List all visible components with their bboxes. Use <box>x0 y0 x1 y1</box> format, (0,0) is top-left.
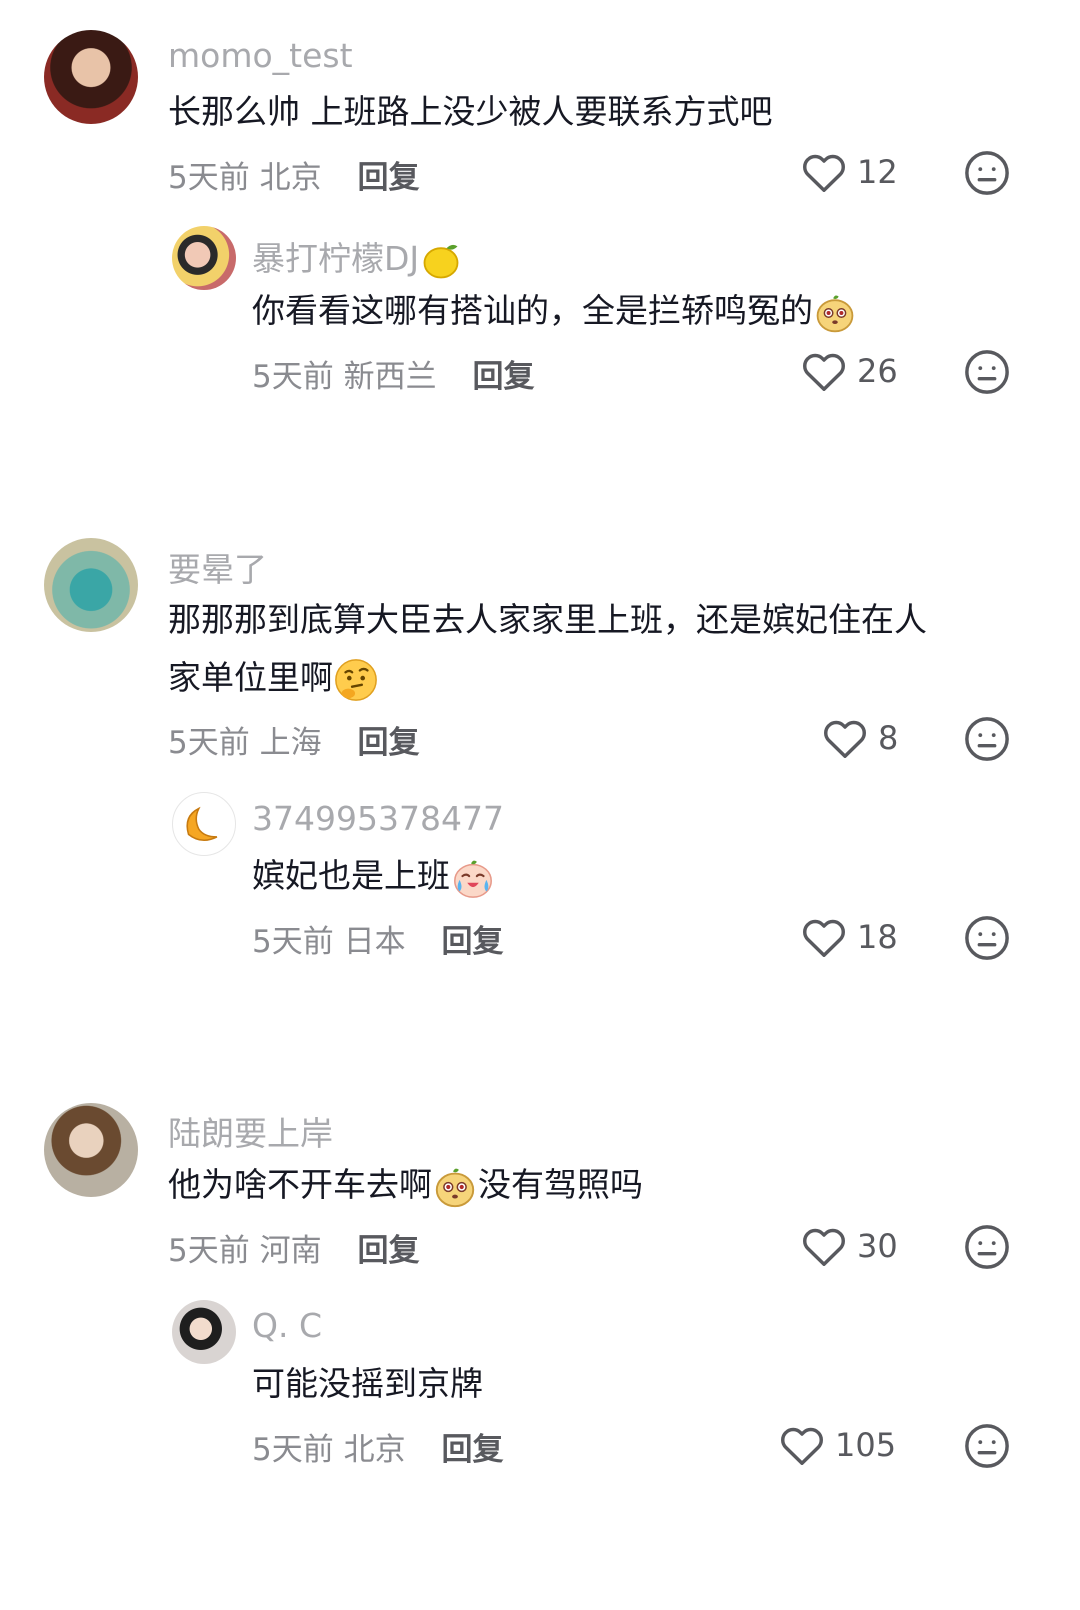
neutral-face-icon[interactable] <box>964 915 1010 961</box>
comment-meta: 5天前 北京 回复 <box>168 152 419 197</box>
lemon-emoji <box>423 244 459 278</box>
face-emoji <box>816 294 854 332</box>
reply-meta: 5天前 新西兰 回复 <box>252 351 534 396</box>
thinking-face-emoji <box>335 658 377 701</box>
reply-button[interactable]: 回复 <box>441 924 503 960</box>
comment-username[interactable]: 要晕了 <box>168 543 267 591</box>
reply-button[interactable]: 回复 <box>357 1233 419 1269</box>
reply-location: 日本 <box>343 924 406 960</box>
avatar[interactable] <box>44 1103 138 1197</box>
comment-text: 他为啥不开车去啊 没有驾照吗 <box>168 1156 643 1214</box>
heart-outline-icon <box>824 720 866 758</box>
reply-meta: 5天前 日本 回复 <box>252 916 503 961</box>
avatar[interactable] <box>172 1300 236 1364</box>
comment-location: 河南 <box>259 1233 322 1269</box>
croissant-icon <box>186 806 218 841</box>
comment-username[interactable]: momo_test <box>168 36 353 75</box>
like-count: 8 <box>878 719 899 757</box>
avatar[interactable] <box>172 792 236 856</box>
reply-time: 5天前 <box>252 1432 334 1468</box>
comment-username[interactable]: 陆朗要上岸 <box>168 1107 333 1155</box>
comment-text: 长那么帅 上班路上没少被人要联系方式吧 <box>168 92 773 131</box>
reply-text: 你看看这哪有搭讪的，全是拦轿鸣冤的 <box>252 282 857 340</box>
comment-time: 5天前 <box>168 725 250 761</box>
reply-button[interactable]: 回复 <box>357 160 419 196</box>
neutral-face-icon[interactable] <box>964 349 1010 395</box>
neutral-face-icon[interactable] <box>964 1423 1010 1469</box>
reply-button[interactable]: 回复 <box>357 725 419 761</box>
comment-location: 上海 <box>259 725 322 761</box>
heart-outline-icon <box>803 1228 845 1266</box>
comment-time: 5天前 <box>168 1233 250 1269</box>
like-count: 26 <box>857 352 898 390</box>
like-count: 18 <box>857 918 898 956</box>
like-button[interactable]: 30 <box>801 1224 898 1268</box>
comment-text: 家单位里啊 <box>168 649 379 707</box>
reply-time: 5天前 <box>252 359 334 395</box>
heart-outline-icon <box>781 1427 823 1465</box>
comment-location: 北京 <box>259 160 322 196</box>
heart-outline-icon <box>803 353 845 391</box>
reply-button[interactable]: 回复 <box>441 1432 503 1468</box>
comment-meta: 5天前 上海 回复 <box>168 717 419 762</box>
like-button[interactable]: 26 <box>801 349 898 393</box>
reply-button[interactable]: 回复 <box>472 359 534 395</box>
reply-username[interactable]: 374995378477 <box>252 799 504 838</box>
reply-location: 新西兰 <box>343 359 437 395</box>
reply-text: 嫔妃也是上班 <box>252 847 496 905</box>
like-button[interactable]: 18 <box>801 915 898 959</box>
like-button[interactable]: 105 <box>779 1423 896 1467</box>
comment-meta: 5天前 河南 回复 <box>168 1225 419 1270</box>
like-count: 30 <box>857 1227 898 1265</box>
avatar[interactable] <box>44 30 138 124</box>
neutral-face-icon[interactable] <box>964 150 1010 196</box>
avatar[interactable] <box>44 538 138 632</box>
neutral-face-icon[interactable] <box>964 1224 1010 1270</box>
face-emoji <box>435 1168 475 1207</box>
reply-username[interactable]: Q. C <box>252 1306 322 1345</box>
heart-outline-icon <box>803 919 845 957</box>
like-button[interactable]: 8 <box>822 716 898 760</box>
neutral-face-icon[interactable] <box>964 716 1010 762</box>
like-button[interactable]: 12 <box>801 150 898 194</box>
comment-time: 5天前 <box>168 160 250 196</box>
reply-meta: 5天前 北京 回复 <box>252 1424 503 1469</box>
reply-location: 北京 <box>343 1432 406 1468</box>
reply-time: 5天前 <box>252 924 334 960</box>
reply-username[interactable]: 暴打柠檬DJ <box>252 232 463 283</box>
crying-face-emoji <box>454 860 492 898</box>
reply-text: 可能没摇到京牌 <box>252 1364 483 1403</box>
like-count: 12 <box>857 153 898 191</box>
heart-outline-icon <box>803 154 845 192</box>
avatar[interactable] <box>172 226 236 290</box>
like-count: 105 <box>835 1426 897 1464</box>
comment-text: 那那那到底算大臣去人家家里上班，还是嫔妃住在人 <box>168 600 927 639</box>
